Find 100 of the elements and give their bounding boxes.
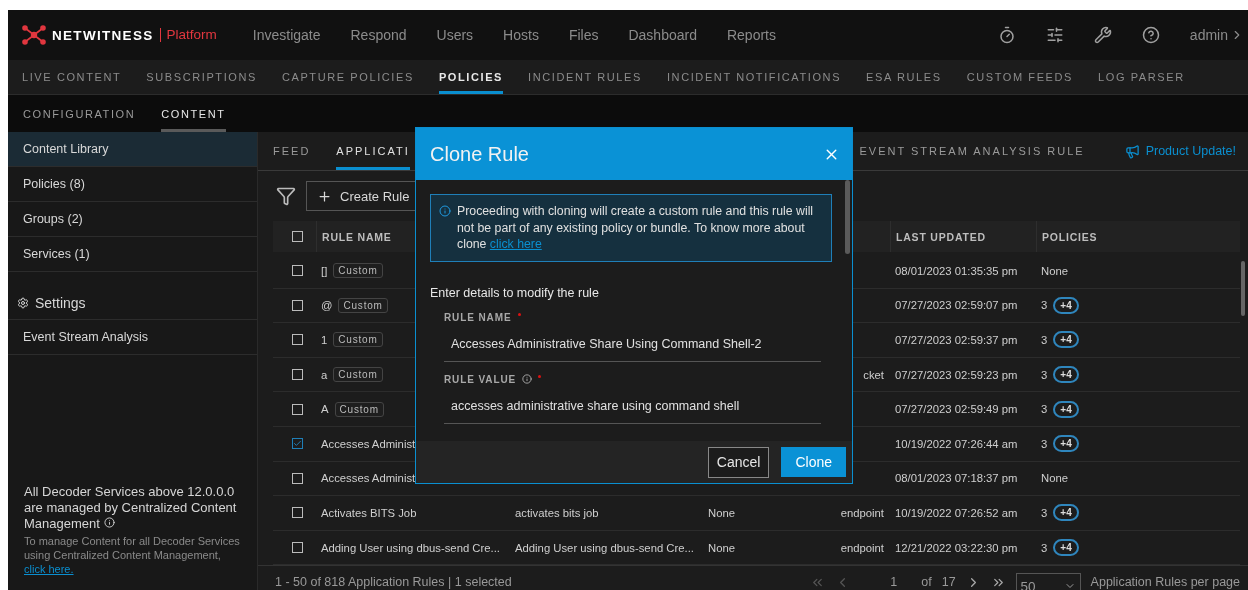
table-cell: cket [863, 368, 884, 381]
column-header[interactable]: LAST UPDATED [890, 221, 1036, 252]
checkbox[interactable] [292, 299, 303, 311]
sidebar-item[interactable]: Policies (8) [8, 167, 257, 202]
custom-tag: Custom [334, 401, 384, 417]
product-update-link[interactable]: Product Update! [1124, 132, 1236, 170]
nav-link[interactable]: Respond [350, 27, 407, 43]
table-cell: None [708, 541, 735, 554]
column-header[interactable]: POLICIES [1036, 221, 1240, 252]
nav-tab[interactable]: LOG PARSER [1098, 60, 1185, 94]
field-label: RULE VALUE [444, 373, 517, 385]
brand-name: NETWITNESS [52, 27, 154, 43]
cancel-button[interactable]: Cancel [707, 446, 770, 478]
page-size-select[interactable]: 50 [1015, 573, 1081, 590]
nav-tab[interactable]: SUBSCRIPTIONS [146, 60, 257, 94]
more-policies-badge[interactable]: +4 [1053, 296, 1079, 314]
more-policies-badge[interactable]: +4 [1053, 331, 1079, 349]
field-label: RULE NAME [444, 311, 512, 323]
checkbox[interactable] [292, 403, 303, 415]
checkbox[interactable] [292, 231, 303, 242]
megaphone-icon [1124, 143, 1140, 159]
more-policies-badge[interactable]: +4 [1053, 435, 1079, 453]
checkbox[interactable] [292, 334, 303, 346]
checkbox[interactable] [292, 542, 303, 554]
input-field[interactable]: accesses administrative share using command shell [444, 394, 821, 424]
product-name: Platform [159, 28, 217, 42]
nav-tab[interactable]: LIVE CONTENT [22, 60, 122, 94]
page-number[interactable]: 1 [890, 575, 898, 590]
input-field[interactable]: Accesses Administrative Share Using Command Shell-2 [444, 332, 821, 362]
custom-tag: Custom [333, 263, 383, 279]
custom-tag: Custom [333, 367, 383, 383]
user-menu[interactable]: admin [1189, 27, 1244, 43]
table-cell: 3 [1041, 299, 1048, 312]
help-icon[interactable] [1141, 26, 1160, 44]
rule-type-tab[interactable]: APPLICATI [336, 132, 410, 170]
table-cell: None [1041, 472, 1068, 485]
nav-tab[interactable]: ESA RULES [866, 60, 942, 94]
rule-type-tab[interactable]: EVENT STREAM ANALYSIS RULE [859, 132, 1085, 170]
rule-type-tab[interactable]: FEED [273, 132, 311, 170]
table-cell: 07/27/2023 02:59:23 pm [895, 368, 1018, 381]
more-policies-badge[interactable]: +4 [1053, 400, 1079, 418]
checkbox[interactable] [292, 369, 303, 381]
table-cell: 07/27/2023 02:59:37 pm [895, 334, 1018, 346]
table-cell: 07/27/2023 02:59:49 pm [895, 403, 1018, 416]
nav-link[interactable]: Hosts [503, 27, 539, 43]
scrollbar-thumb[interactable] [845, 180, 850, 254]
table-cell: @ [321, 299, 333, 312]
table-cell: 3 [1041, 506, 1048, 519]
timer-icon[interactable] [997, 26, 1016, 44]
nav-tab[interactable]: CAPTURE POLICIES [281, 60, 414, 94]
table-cell: 3 [1041, 403, 1048, 416]
sidebar-item[interactable]: Event Stream Analysis [8, 320, 257, 355]
info-icon [103, 517, 115, 528]
table-cell: None [1041, 264, 1068, 277]
sidebar-item[interactable]: Content Library [8, 132, 257, 167]
section-tab[interactable]: CONFIGURATION [23, 95, 136, 132]
more-policies-badge[interactable]: +4 [1053, 504, 1079, 522]
table-cell: endpoint [840, 541, 884, 554]
checkbox[interactable] [292, 507, 303, 519]
table-cell: endpoint [840, 506, 884, 519]
more-policies-badge[interactable]: +4 [1053, 366, 1079, 384]
nav-link[interactable]: Reports [726, 27, 776, 43]
table-cell: Accesses Administ [321, 437, 416, 450]
sliders-icon[interactable] [1045, 26, 1064, 44]
nav-link[interactable]: Users [436, 27, 474, 43]
table-cell: 08/01/2023 07:18:37 pm [895, 472, 1018, 485]
table-cell: 3 [1041, 541, 1048, 554]
plus-icon [317, 188, 332, 204]
table-cell: [] [321, 264, 328, 277]
sidebar-item[interactable]: Groups (2) [8, 202, 257, 237]
nav-tab[interactable]: CUSTOM FEEDS [966, 60, 1074, 94]
table-cell: A [321, 403, 329, 416]
table-cell: Accesses Administ [321, 472, 416, 485]
table-cell: 3 [1041, 334, 1048, 346]
sidebar-heading[interactable]: Settings [8, 272, 257, 320]
checkbox[interactable] [292, 438, 303, 450]
nav-tab[interactable]: INCIDENT RULES [528, 60, 642, 94]
gear-icon [17, 296, 29, 309]
scrollbar-thumb[interactable] [1241, 261, 1245, 316]
checkbox[interactable] [292, 265, 303, 277]
table-cell: 3 [1041, 368, 1048, 381]
nav-link[interactable]: Files [568, 27, 599, 43]
nav-link[interactable]: Investigate [252, 27, 321, 43]
checkbox[interactable] [292, 472, 303, 484]
custom-tag: Custom [338, 297, 388, 313]
table-cell: Activates BITS Job [321, 506, 417, 519]
more-policies-badge[interactable]: +4 [1053, 539, 1079, 557]
table-cell: 1 [321, 334, 328, 346]
filter-icon[interactable] [276, 186, 296, 206]
nav-link[interactable]: Dashboard [628, 27, 697, 43]
table-cell: 12/21/2022 03:22:30 pm [895, 541, 1018, 554]
table-cell: Adding User using dbus-send Cre... [321, 541, 500, 554]
table-cell: 10/19/2022 07:26:52 am [895, 506, 1018, 519]
nav-tab[interactable]: INCIDENT NOTIFICATIONS [666, 60, 842, 94]
notice-link[interactable]: click here. [24, 563, 74, 575]
table-cell: 3 [1041, 437, 1048, 450]
result-summary: 1 - 50 of 818 Application Rules | 1 selected [275, 575, 512, 590]
tools-icon[interactable] [1093, 26, 1112, 44]
sidebar-item[interactable]: Services (1) [8, 237, 257, 272]
table-cell: 08/01/2023 01:35:35 pm [895, 264, 1018, 277]
